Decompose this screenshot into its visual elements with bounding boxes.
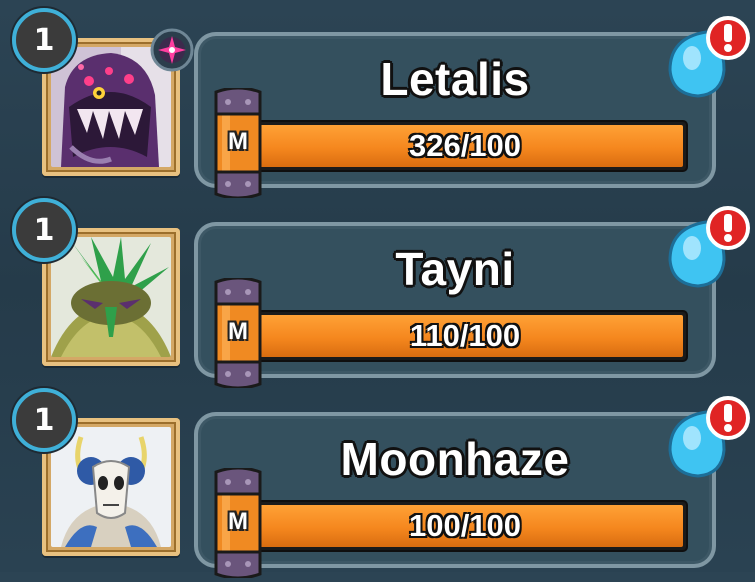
monster-row[interactable]: 1 Moonhaze 100/100 M bbox=[0, 380, 755, 580]
monster-panel[interactable]: Moonhaze 100/100 M bbox=[194, 412, 716, 580]
level-badge: 1 bbox=[12, 198, 76, 262]
exclamation-icon[interactable] bbox=[666, 14, 754, 98]
mana-capsule-icon: M bbox=[210, 276, 266, 390]
progress-bar: 110/100 bbox=[244, 312, 686, 360]
exclamation-icon[interactable] bbox=[666, 204, 754, 288]
monster-name: Letalis bbox=[380, 53, 530, 105]
capsule-label: M bbox=[228, 128, 248, 155]
monster-panel[interactable]: Letalis 326/100 M bbox=[194, 32, 716, 200]
progress-bar: 100/100 bbox=[244, 502, 686, 550]
monster-name: Tayni bbox=[395, 243, 515, 295]
progress-bar: 326/100 bbox=[244, 122, 686, 170]
moonhaze-portrait bbox=[51, 427, 171, 547]
level-badge: 1 bbox=[12, 8, 76, 72]
monster-name: Moonhaze bbox=[340, 433, 570, 485]
monster-row[interactable]: 1 Letalis 326/100 M bbox=[0, 0, 755, 200]
progress-text: 110/100 bbox=[409, 318, 521, 353]
mana-capsule-icon: M bbox=[210, 86, 266, 200]
capsule-label: M bbox=[228, 508, 248, 535]
progress-text: 326/100 bbox=[408, 128, 522, 163]
progress-text: 100/100 bbox=[408, 508, 522, 543]
tayni-portrait bbox=[51, 237, 171, 357]
mana-capsule-icon: M bbox=[210, 466, 266, 580]
level-badge: 1 bbox=[12, 388, 76, 452]
exclamation-icon[interactable] bbox=[666, 394, 754, 478]
monster-row[interactable]: 1 Tayni 110/100 M bbox=[0, 190, 755, 390]
rank-emblem-icon bbox=[150, 28, 194, 72]
monster-panel[interactable]: Tayni 110/100 M bbox=[194, 222, 716, 390]
capsule-label: M bbox=[228, 318, 248, 345]
